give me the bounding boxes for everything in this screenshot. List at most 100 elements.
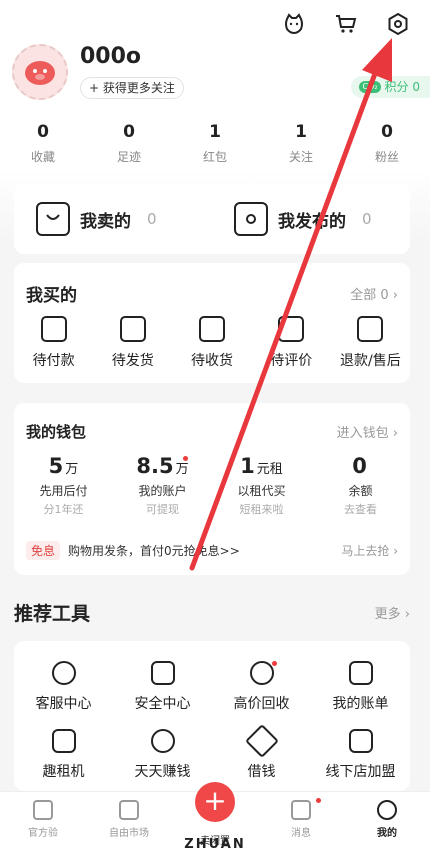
- comment-icon: [278, 316, 305, 342]
- my-published-count: 0: [362, 210, 372, 228]
- stat-red-packets[interactable]: 1 红包: [172, 122, 258, 165]
- tool-security[interactable]: 安全中心: [113, 661, 212, 713]
- phone-icon: [51, 729, 76, 753]
- stat-footprints[interactable]: 0 足迹: [86, 122, 172, 165]
- wallet-unit: 万: [65, 462, 79, 477]
- notification-dot: [272, 661, 277, 666]
- tool-bills[interactable]: 我的账单: [311, 661, 410, 713]
- tool-recycle[interactable]: 高价回收: [212, 661, 311, 713]
- order-pending-receipt[interactable]: 待收货: [172, 316, 251, 370]
- wallet-label: 以租代买: [237, 484, 286, 498]
- tool-earn-money[interactable]: 天天赚钱: [113, 729, 212, 781]
- tab-mine[interactable]: 我的: [344, 792, 430, 854]
- truck-icon: [199, 316, 225, 342]
- wallet-label: 我的账户: [138, 484, 187, 498]
- wallet-account[interactable]: 8.5 万 我的账户 可提现: [113, 454, 212, 517]
- tool-rent-phone[interactable]: 趣租机: [14, 729, 113, 781]
- wallet-value: 0: [311, 454, 410, 478]
- interest-free-promo[interactable]: 免息 购物用发条，首付0元抢免息>> 马上去抢 ›: [26, 541, 398, 560]
- bought-all-link[interactable]: 全部 0 ›: [350, 284, 398, 303]
- wallet-number: 1: [240, 454, 255, 478]
- profile-icon: [377, 800, 397, 820]
- order-status-row: 待付款 待发货 待收货 待评价 退款/售后: [14, 316, 410, 370]
- wallet-card: 我的钱包 进入钱包 › 5万 先用后付 分1年还 8.5 万 我的账户 可提现 1…: [14, 403, 410, 575]
- tab-messages[interactable]: 消息: [258, 792, 344, 854]
- username[interactable]: 000o: [80, 44, 141, 69]
- wallet-balance[interactable]: 0 余额 去查看: [311, 454, 410, 517]
- top-toolbar: [280, 10, 412, 38]
- get-followers-button[interactable]: + 获得更多关注: [80, 77, 184, 99]
- wallet-number: 5: [48, 454, 64, 478]
- stat-value: 0: [123, 122, 135, 142]
- customer-service-icon[interactable]: [280, 10, 308, 38]
- stats-row: 0 收藏 0 足迹 1 红包 1 关注 0 粉丝: [0, 122, 430, 165]
- stat-label: 粉丝: [374, 150, 399, 164]
- wallet-label: 余额: [348, 484, 373, 498]
- co2-icon: CO₂: [359, 81, 381, 93]
- wallet-sub: 短租来啦: [239, 503, 284, 516]
- stat-value: 1: [209, 122, 221, 142]
- stat-label: 关注: [288, 150, 313, 164]
- wallet-value: 8.5 万: [113, 454, 212, 478]
- order-pending-payment[interactable]: 待付款: [14, 316, 93, 370]
- wallet-pay-later[interactable]: 5万 先用后付 分1年还: [14, 454, 113, 517]
- my-published-button[interactable]: 我发布的 0: [212, 202, 410, 236]
- shield-icon: [150, 661, 175, 685]
- tool-label: 高价回收: [233, 696, 290, 712]
- shop-bag-icon: [36, 202, 70, 236]
- promo-grab-link[interactable]: 马上去抢 ›: [341, 542, 398, 559]
- stat-label: 收藏: [30, 150, 55, 164]
- inspect-icon: [33, 800, 53, 820]
- enter-wallet-link[interactable]: 进入钱包 ›: [337, 422, 398, 441]
- stat-following[interactable]: 1 关注: [258, 122, 344, 165]
- wallet-unit: 元租: [256, 462, 283, 477]
- tool-borrow[interactable]: 借钱: [212, 724, 311, 781]
- wallet-rent[interactable]: 1 元租 以租代买 短租来啦: [212, 454, 311, 517]
- refund-icon: [357, 316, 384, 342]
- tab-official-inspect[interactable]: 官方验: [0, 792, 86, 854]
- order-status-label: 待评价: [270, 353, 313, 369]
- sell-plus-button[interactable]: +: [195, 782, 235, 822]
- coin-bear-icon: [150, 729, 175, 753]
- tab-free-market[interactable]: 自由市场: [86, 792, 172, 854]
- tool-label: 天天赚钱: [134, 764, 191, 780]
- stat-favorites[interactable]: 0 收藏: [0, 122, 86, 165]
- camera-icon: [234, 202, 268, 236]
- wallet-sub: 去查看: [344, 503, 377, 516]
- message-icon: [291, 800, 311, 820]
- order-pending-review[interactable]: 待评价: [252, 316, 331, 370]
- tools-row: 客服中心 安全中心 高价回收 我的账单: [14, 661, 410, 713]
- eco-points-badge[interactable]: CO₂ 积分 0: [351, 76, 430, 98]
- my-sold-button[interactable]: 我卖的 0: [14, 202, 212, 236]
- order-refund[interactable]: 退款/售后: [331, 316, 410, 370]
- recycle-icon: [249, 661, 274, 685]
- tab-label: 消息: [291, 828, 311, 839]
- stat-fans[interactable]: 0 粉丝: [344, 122, 430, 165]
- bought-title: 我买的: [26, 286, 77, 306]
- stat-label: 足迹: [116, 150, 141, 164]
- stat-label: 红包: [202, 150, 227, 164]
- cart-icon[interactable]: [332, 10, 360, 38]
- tool-label: 安全中心: [134, 696, 191, 712]
- order-pending-shipment[interactable]: 待发货: [93, 316, 172, 370]
- tab-sell-idle[interactable]: + 卖闲置 ZHUAN: [172, 782, 258, 854]
- promo-text: 购物用发条，首付0元抢免息>>: [68, 544, 240, 558]
- tool-customer-service[interactable]: 客服中心: [14, 661, 113, 713]
- wallet-number: 8.5: [136, 454, 174, 478]
- tool-label: 趣租机: [42, 764, 85, 780]
- order-status-label: 退款/售后: [340, 353, 401, 369]
- tool-store-franchise[interactable]: 线下店加盟: [311, 729, 410, 781]
- diamond-icon: [244, 724, 279, 758]
- avatar[interactable]: [12, 44, 68, 100]
- tools-more-link[interactable]: 更多 ›: [375, 603, 410, 622]
- wallet-unit: 万: [175, 462, 189, 477]
- wallet-value: 1 元租: [212, 454, 311, 478]
- wallet-value: 5万: [14, 454, 113, 478]
- promo-tag: 免息: [26, 541, 61, 560]
- sell-card: 我卖的 0 我发布的 0: [14, 184, 410, 254]
- wallet-title: 我的钱包: [26, 423, 87, 441]
- wallet-icon: [40, 316, 67, 342]
- tab-label: 我的: [377, 828, 397, 839]
- tools-title: 推荐工具: [14, 603, 91, 625]
- settings-icon[interactable]: [384, 10, 412, 38]
